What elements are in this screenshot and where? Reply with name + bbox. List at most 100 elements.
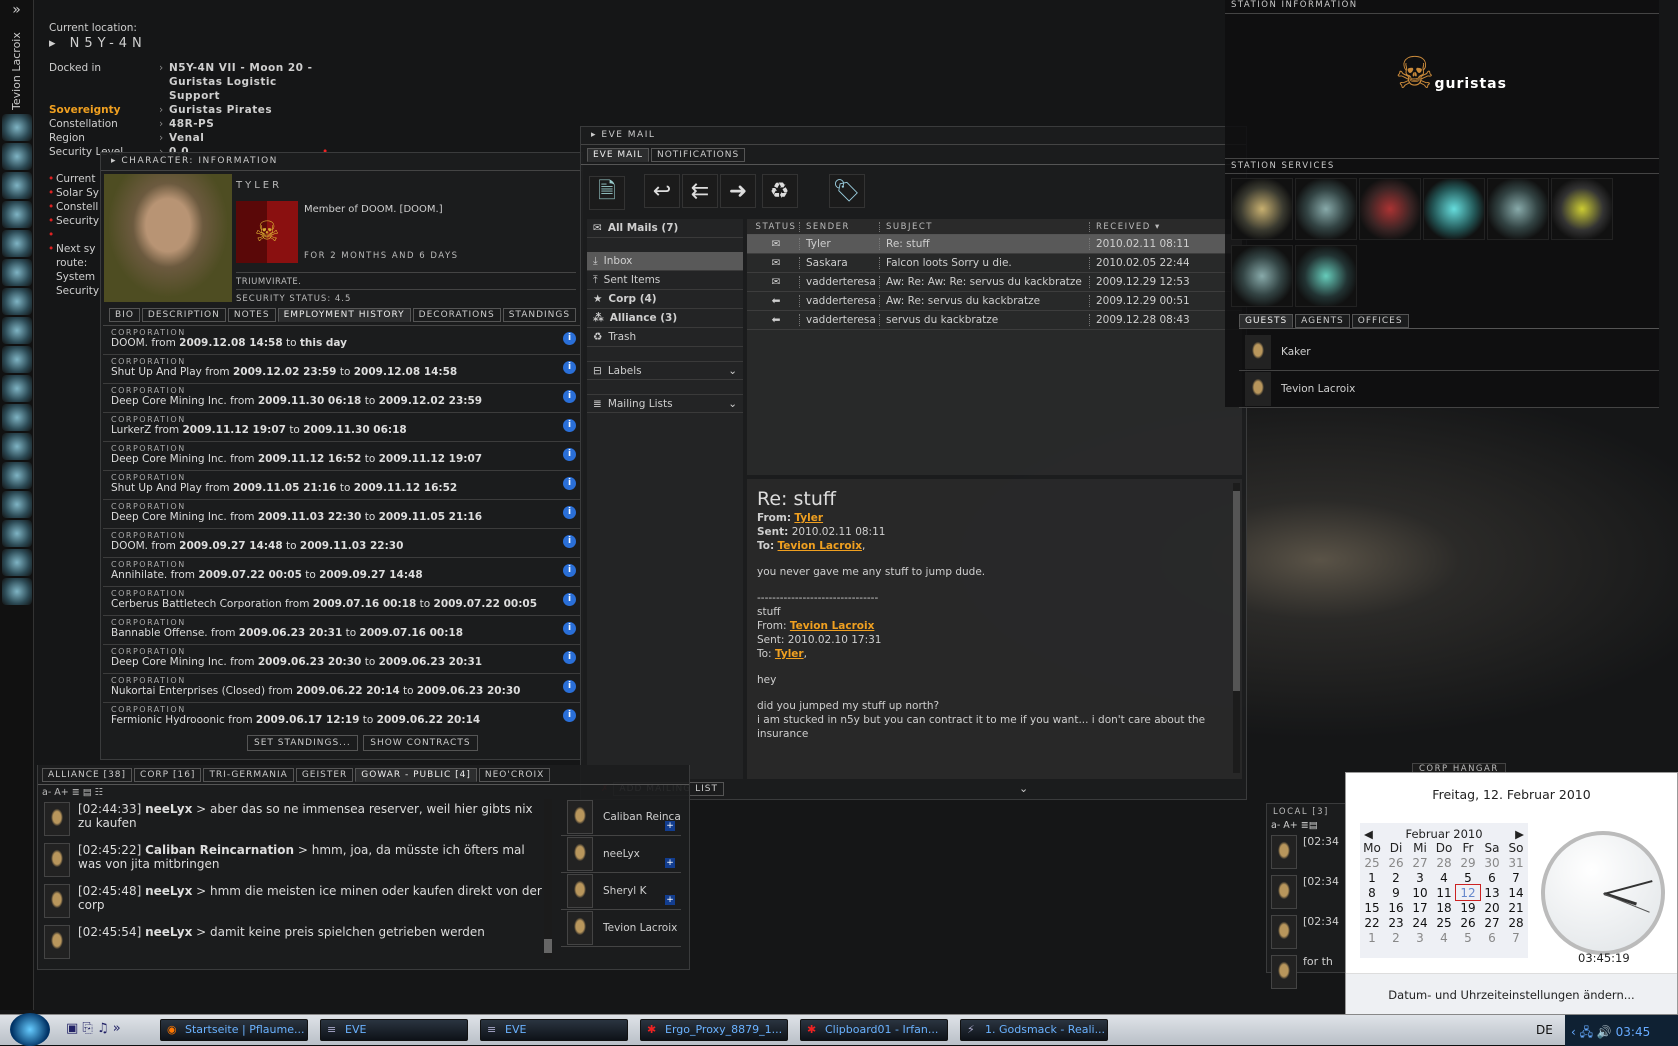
folder-all[interactable]: ✉ All Mails (7)	[587, 219, 743, 238]
fitting-icon[interactable]	[2, 317, 32, 344]
column-subject[interactable]: SUBJECT	[879, 221, 1089, 232]
collapse-chevron-icon[interactable]: ⌄	[1019, 782, 1028, 795]
window-header[interactable]: ▸ EVE MAIL	[581, 127, 1246, 145]
calendar-day[interactable]: 1	[1360, 870, 1384, 885]
calendar-day[interactable]: 8	[1360, 885, 1384, 900]
log-icon[interactable]	[2, 578, 32, 605]
calendar-day[interactable]: 5	[1456, 930, 1480, 945]
corporation-link[interactable]: Shut Up And Play	[111, 366, 202, 378]
calendar-day[interactable]: 7	[1504, 870, 1528, 885]
chat-tab[interactable]: CORP [16]	[134, 768, 202, 782]
info-icon[interactable]: i	[563, 680, 576, 693]
taskbar-item[interactable]: ⚡ 1. Godsmack - Reali...	[960, 1019, 1108, 1041]
quote-sender-link[interactable]: Tevion Lacroix	[790, 620, 874, 632]
corporation-link[interactable]: Fermionic Hydrooonic	[111, 714, 225, 726]
folder-sent[interactable]: ⤒ Sent Items	[587, 271, 743, 290]
tab-standings[interactable]: STANDINGS	[502, 308, 577, 322]
skills-icon[interactable]	[2, 375, 32, 402]
quote-recipient-link[interactable]: Tyler	[775, 648, 804, 660]
calendar-day[interactable]: 14	[1504, 885, 1528, 900]
mail-row[interactable]: ✉ vadderteresa Aw: Re: Aw: Re: servus du k…	[747, 273, 1242, 292]
fleet-icon[interactable]	[2, 549, 32, 576]
font-smaller-button[interactable]: a-	[42, 787, 51, 798]
chat-member[interactable]: Caliban Reincarn+	[561, 799, 681, 836]
labels-section[interactable]: ⊟ Labels ⌄	[587, 361, 743, 380]
folder-alliance[interactable]: ⁂ Alliance (3)	[587, 309, 743, 328]
info-icon[interactable]: i	[563, 651, 576, 664]
info-icon[interactable]: i	[563, 361, 576, 374]
window-header[interactable]: ▸ CHARACTER: INFORMATION	[101, 153, 582, 171]
network-icon[interactable]: 🖧	[1580, 1025, 1593, 1039]
calendar-day[interactable]: 20	[1480, 900, 1504, 915]
calendar-day-today[interactable]: 12	[1455, 884, 1481, 901]
reply-all-icon[interactable]: ⇇	[682, 174, 718, 208]
language-indicator[interactable]: DE	[1536, 1023, 1553, 1037]
info-icon[interactable]: i	[563, 506, 576, 519]
assets-icon[interactable]	[2, 346, 32, 373]
info-icon[interactable]: i	[563, 535, 576, 548]
volume-icon[interactable]: 🔊	[1597, 1025, 1612, 1039]
people-places-icon[interactable]	[2, 143, 32, 170]
bounty-office-service[interactable]	[1231, 178, 1293, 240]
font-larger-button[interactable]: A+	[54, 787, 68, 798]
calendar-day[interactable]: 23	[1384, 915, 1408, 930]
calendar-day[interactable]: 24	[1408, 915, 1432, 930]
fitting-service[interactable]	[1231, 245, 1293, 307]
chat-tab[interactable]: GOWAR - PUBLIC [4]	[355, 768, 477, 782]
chat-member[interactable]: Tevion Lacroix	[561, 910, 681, 947]
folder-trash[interactable]: ♻ Trash	[587, 328, 743, 347]
info-icon[interactable]: i	[563, 419, 576, 432]
start-button[interactable]	[10, 1013, 50, 1046]
corporation-link[interactable]: DOOM.	[111, 540, 148, 552]
chevron-down-icon[interactable]: ⌄	[728, 365, 737, 377]
tab-eve-mail[interactable]: EVE MAIL	[587, 148, 649, 162]
sender-portrait[interactable]	[1271, 915, 1297, 949]
calendar-day[interactable]: 4	[1432, 930, 1456, 945]
repair-shop-service[interactable]	[1295, 178, 1357, 240]
taskbar-item[interactable]: ✱ Clipboard01 - Irfan...	[800, 1019, 948, 1041]
mail-row[interactable]: ⬅ vadderteresa Aw: Re: servus du kackbratz…	[747, 292, 1242, 311]
taskbar-item[interactable]: ≡ EVE	[480, 1019, 628, 1041]
calendar-day[interactable]: 10	[1408, 885, 1432, 900]
taskbar-item[interactable]: ✱ Ergo_Proxy_8879_1...	[640, 1019, 788, 1041]
system-name[interactable]: ▸ N5Y-4N	[49, 36, 369, 51]
date-time-settings-link[interactable]: Datum- und Uhrzeiteinstellungen ändern..…	[1388, 988, 1634, 1002]
info-icon[interactable]: i	[563, 564, 576, 577]
calendar-day[interactable]: 19	[1456, 900, 1480, 915]
chat-tab[interactable]: TRI-GERMANIA	[203, 768, 294, 782]
alliance-name[interactable]: TRIUMVIRATE.	[236, 272, 576, 287]
corporation-link[interactable]: Annihilate.	[111, 569, 167, 581]
calendar-day[interactable]: 2	[1384, 930, 1408, 945]
tab-description[interactable]: DESCRIPTION	[141, 308, 226, 322]
taskbar-item[interactable]: ◉ Startseite | Pflaume...	[160, 1019, 308, 1041]
market-icon[interactable]	[2, 230, 32, 257]
calendar-day[interactable]: 27	[1480, 915, 1504, 930]
reader-scrollbar[interactable]	[1233, 483, 1240, 773]
tab-employment-history[interactable]: EMPLOYMENT HISTORY	[277, 308, 411, 322]
mail-row[interactable]: ✉ Tyler Re: stuff 2010.02.11 08:11	[747, 235, 1242, 254]
mailing-lists-section[interactable]: ≣ Mailing Lists ⌄	[587, 394, 743, 413]
chat-member[interactable]: neeLyx +	[561, 836, 681, 873]
chat-tab[interactable]: GEISTER	[295, 768, 354, 782]
mail-row[interactable]: ✉ Saskara Falcon loots Sorry u die. 2010.02…	[747, 254, 1242, 273]
prev-month-button[interactable]: ◀	[1364, 827, 1373, 841]
recipient-link[interactable]: Tevion Lacroix	[778, 540, 862, 552]
medical-service[interactable]	[1295, 245, 1357, 307]
calendar-day[interactable]: 30	[1480, 855, 1504, 870]
calendar-day[interactable]: 9	[1384, 885, 1408, 900]
map-icon[interactable]	[2, 288, 32, 315]
tab-decorations[interactable]: DECORATIONS	[412, 308, 501, 322]
show-contracts-button[interactable]: SHOW CONTRACTS	[363, 735, 478, 751]
info-icon[interactable]: i	[563, 709, 576, 722]
calendar-day[interactable]: 5	[1456, 870, 1480, 885]
member-name[interactable]: Tevion Lacroix	[603, 922, 681, 934]
calendar-day[interactable]: 3	[1408, 930, 1432, 945]
font-larger-button[interactable]: A+	[1283, 820, 1297, 831]
tab-guests[interactable]: GUESTS	[1239, 314, 1294, 328]
sender-portrait[interactable]	[44, 925, 70, 959]
corporation-icon[interactable]	[2, 404, 32, 431]
tab-notes[interactable]: NOTES	[227, 308, 276, 322]
calendar-day[interactable]: 22	[1360, 915, 1384, 930]
info-icon[interactable]: i	[563, 593, 576, 606]
sender-link[interactable]: Tyler	[794, 512, 823, 524]
